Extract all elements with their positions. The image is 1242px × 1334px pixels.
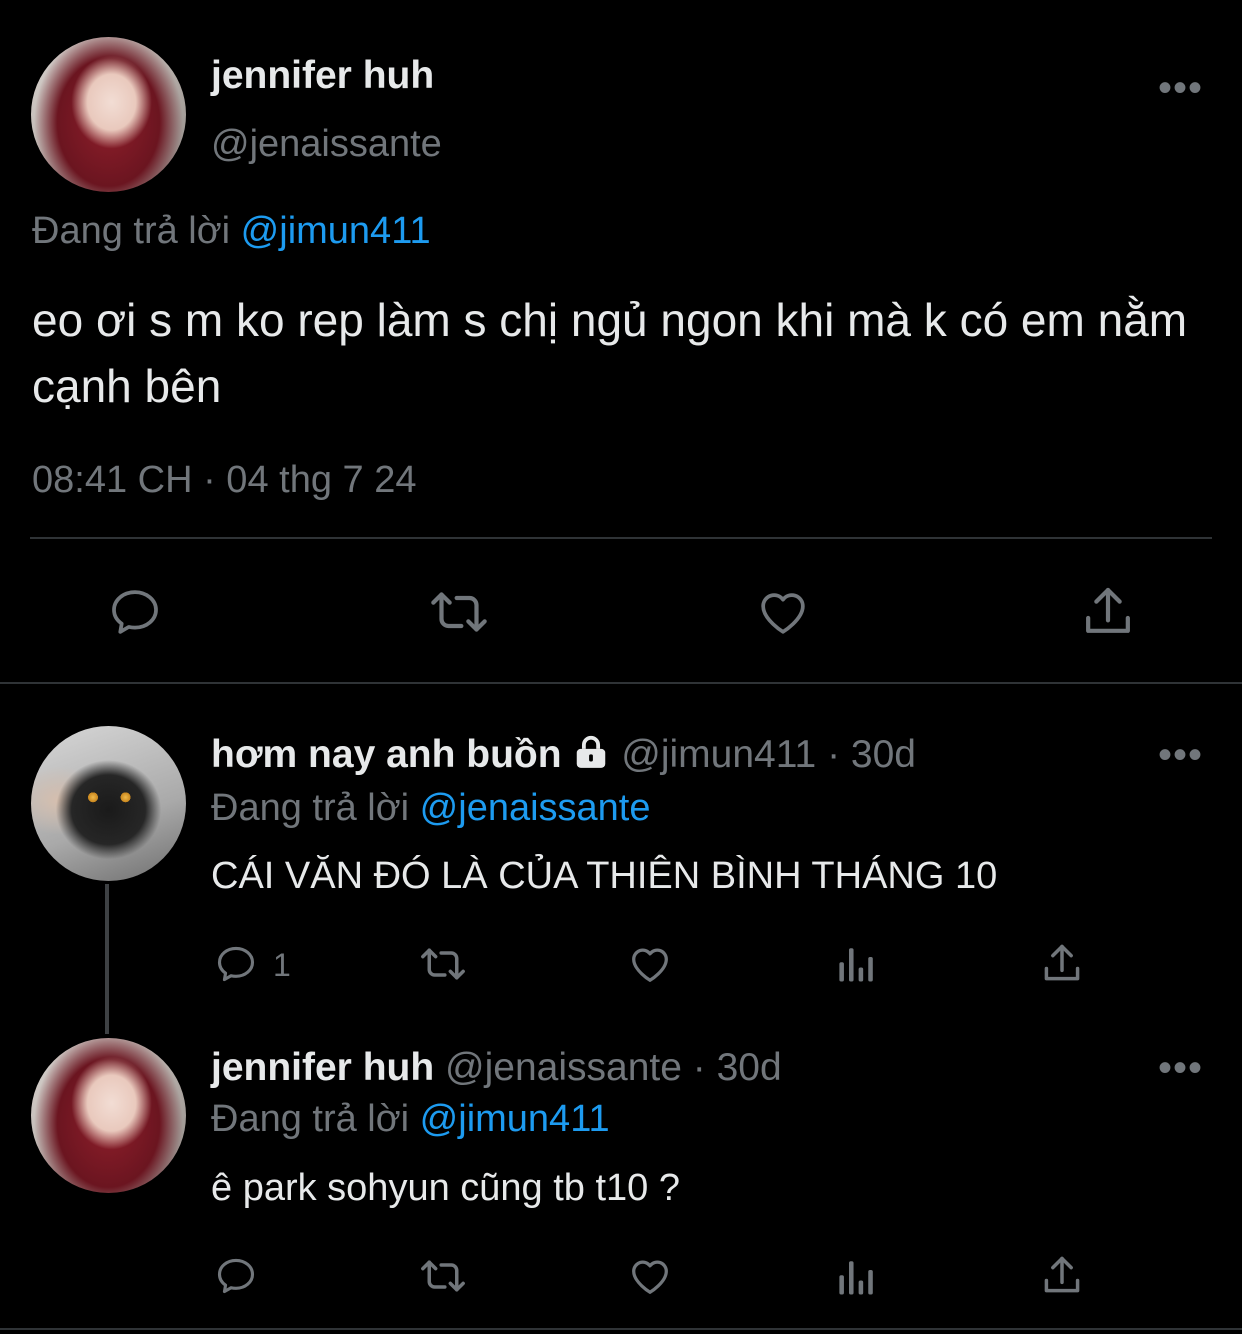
reply-header: hơm nay anh buồn @jimun411 · 30d xyxy=(211,733,916,781)
heart-icon[interactable] xyxy=(626,941,674,987)
share-icon[interactable] xyxy=(1080,582,1136,640)
reply-display-name[interactable]: hơm nay anh buồn xyxy=(211,733,562,776)
reply-prefix: Đang trả lời xyxy=(32,210,231,252)
reply-age[interactable]: 30d xyxy=(717,1046,782,1089)
separator-dot: · xyxy=(827,733,841,776)
share-icon[interactable] xyxy=(1040,940,1084,986)
reply-bubble-icon[interactable] xyxy=(106,584,164,640)
author-avatar[interactable] xyxy=(31,37,186,192)
author-display-name[interactable]: jennifer huh xyxy=(211,54,434,98)
more-dots-icon[interactable]: ••• xyxy=(1158,68,1203,108)
bottom-divider xyxy=(0,1328,1242,1330)
reply-author-avatar[interactable] xyxy=(31,1038,186,1193)
more-dots-icon[interactable]: ••• xyxy=(1158,735,1203,775)
thread-line xyxy=(105,884,109,1034)
separator-dot: · xyxy=(692,1046,706,1089)
reply-display-name[interactable]: jennifer huh xyxy=(211,1046,434,1089)
views-bar-chart-icon[interactable] xyxy=(834,1256,878,1298)
tweet-text: eo ơi s m ko rep làm s chị ngủ ngon khi … xyxy=(32,294,1188,412)
reply-bubble-icon[interactable] xyxy=(213,942,259,986)
retweet-icon[interactable] xyxy=(416,1254,470,1298)
share-icon[interactable] xyxy=(1040,1252,1084,1298)
author-handle[interactable]: @jenaissante xyxy=(211,123,442,166)
reply-to-handle[interactable]: @jimun411 xyxy=(241,210,431,252)
reply-handle[interactable]: @jenaissante xyxy=(445,1046,682,1089)
reply-to-handle[interactable]: @jenaissante xyxy=(420,787,651,829)
reply-handle[interactable]: @jimun411 xyxy=(621,733,816,776)
replying-to-line: Đang trả lời @jenaissante xyxy=(211,787,651,830)
reply-prefix: Đang trả lời xyxy=(211,1098,410,1140)
retweet-icon[interactable] xyxy=(426,584,492,640)
section-divider xyxy=(0,682,1242,684)
reply-prefix: Đang trả lời xyxy=(211,787,410,829)
replying-to-line: Đang trả lời @jimun411 xyxy=(211,1098,610,1141)
divider xyxy=(30,537,1212,539)
tweet-timestamp[interactable]: 08:41 CH · 04 thg 7 24 xyxy=(32,459,416,502)
reply-text: ê park sohyun cũng tb t10 ? xyxy=(211,1167,680,1209)
reply-header: jennifer huh @jenaissante · 30d xyxy=(211,1046,782,1090)
reply-text: CÁI VĂN ĐÓ LÀ CỦA THIÊN BÌNH THÁNG 10 xyxy=(211,855,998,897)
heart-icon[interactable] xyxy=(754,584,812,640)
lock-icon xyxy=(572,733,610,781)
heart-icon[interactable] xyxy=(626,1253,674,1299)
retweet-icon[interactable] xyxy=(416,942,470,986)
reply-age[interactable]: 30d xyxy=(851,733,916,776)
replying-to-line: Đang trả lời @jimun411 xyxy=(32,210,431,253)
reply-author-avatar[interactable] xyxy=(31,726,186,881)
reply-count: 1 xyxy=(273,947,291,983)
reply-bubble-icon[interactable] xyxy=(213,1254,259,1298)
more-dots-icon[interactable]: ••• xyxy=(1158,1048,1203,1088)
reply-to-handle[interactable]: @jimun411 xyxy=(420,1098,610,1140)
views-bar-chart-icon[interactable] xyxy=(834,943,878,985)
